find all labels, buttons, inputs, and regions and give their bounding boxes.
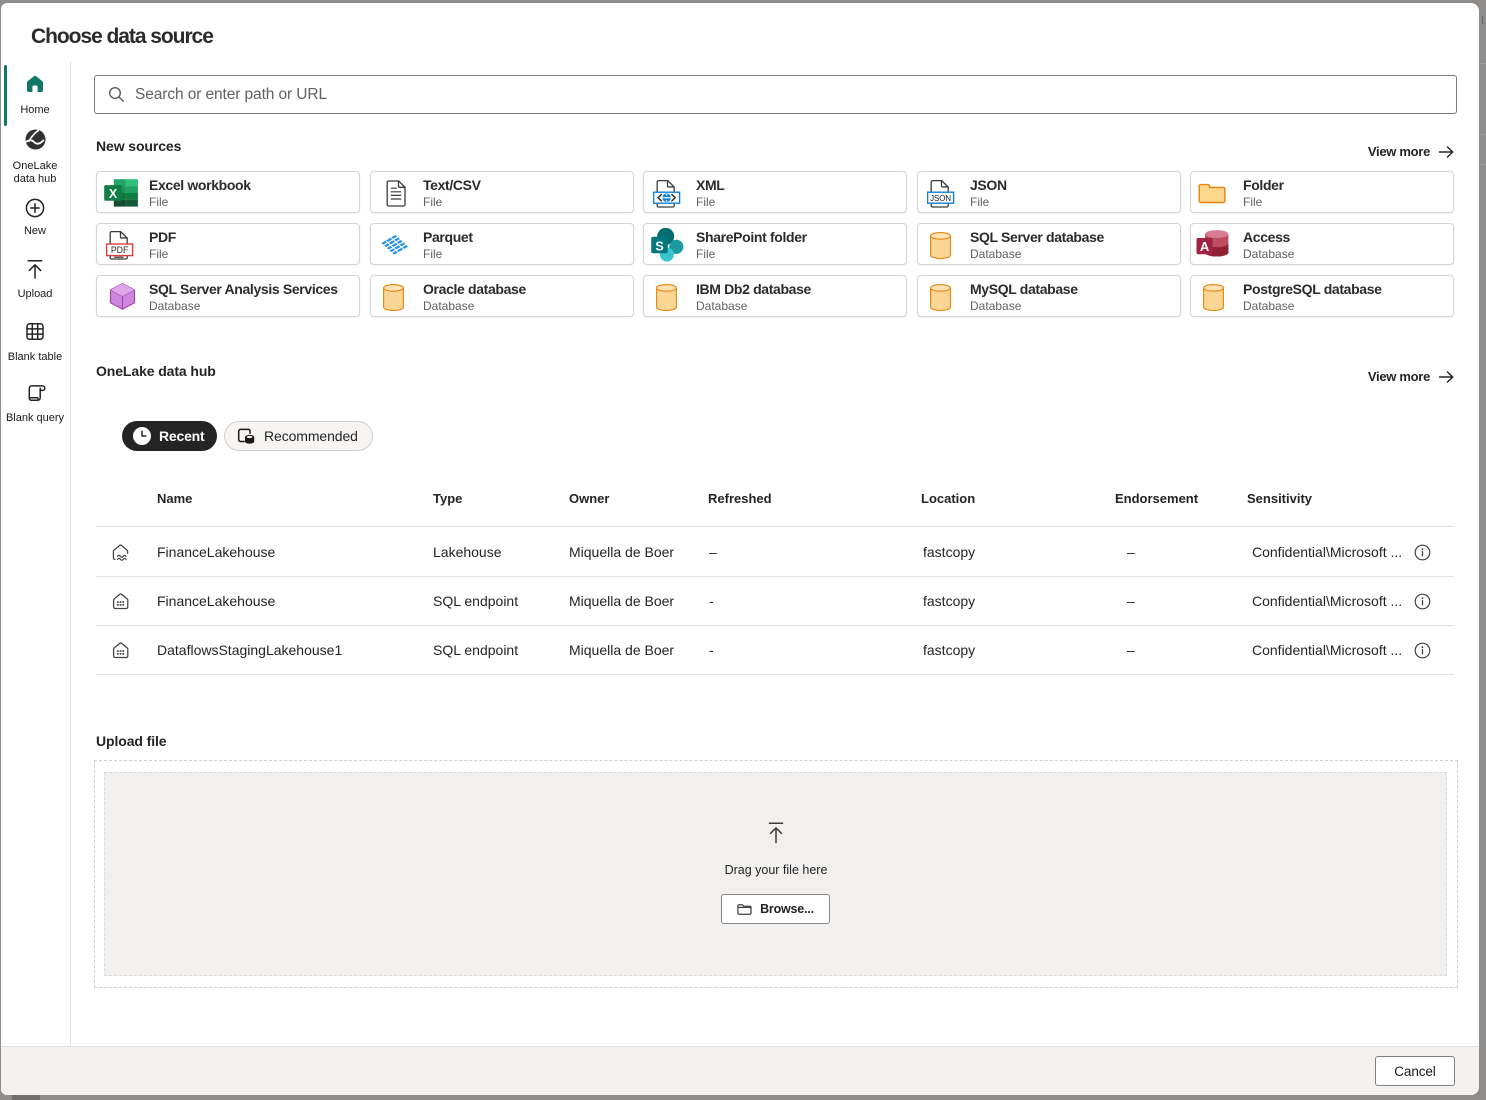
svg-text:X: X (109, 187, 118, 201)
svg-text:A: A (1200, 239, 1210, 254)
svg-text:S: S (655, 239, 663, 253)
svg-text:JSON: JSON (930, 193, 951, 203)
svg-text:PDF: PDF (111, 244, 129, 255)
